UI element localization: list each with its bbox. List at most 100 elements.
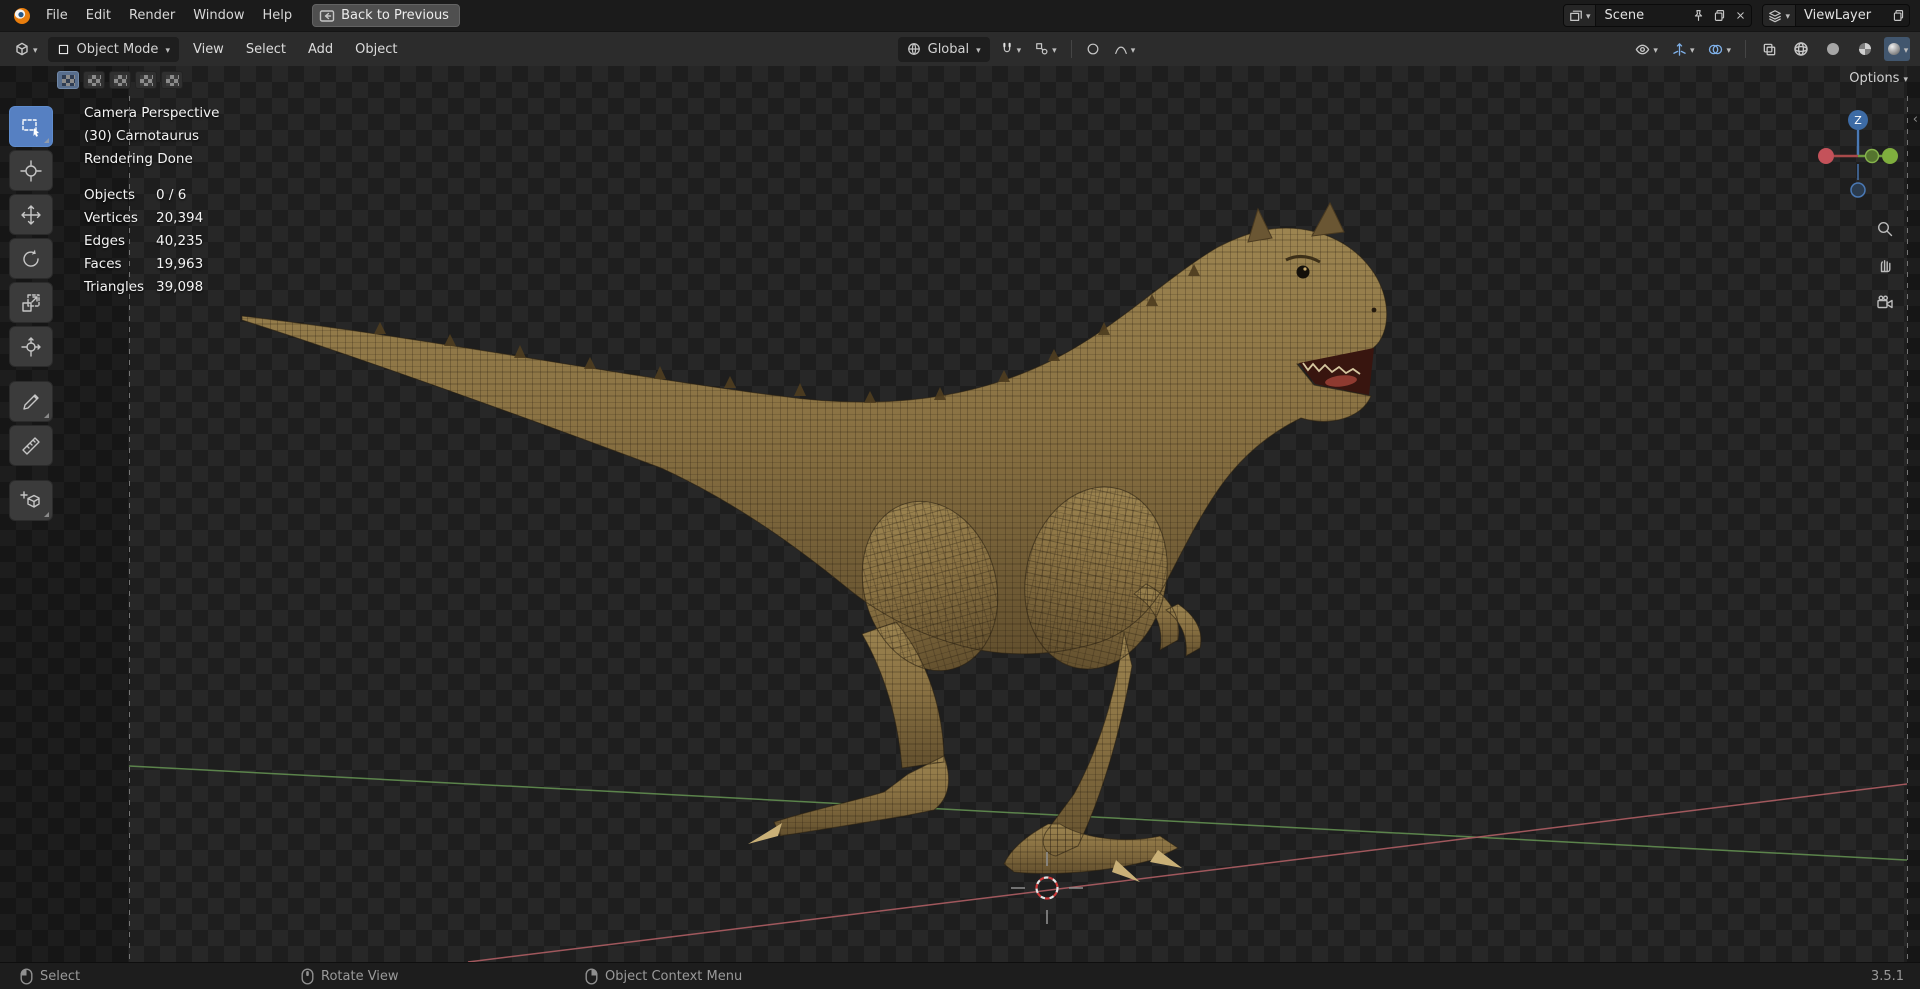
viewlayer-name-field[interactable]: ViewLayer bbox=[1796, 8, 1888, 23]
shading-wireframe-button[interactable] bbox=[1788, 37, 1814, 61]
snap-toggle[interactable] bbox=[996, 39, 1026, 60]
chevron-down-icon bbox=[165, 42, 170, 57]
select-subtract-icon bbox=[113, 74, 127, 86]
stat-label: Edges bbox=[84, 233, 126, 249]
tool-scale[interactable] bbox=[9, 282, 53, 323]
menu-view[interactable]: View bbox=[185, 39, 232, 60]
gizmo-axis-z-neg[interactable] bbox=[1850, 182, 1866, 198]
browse-scene-button[interactable] bbox=[1563, 5, 1597, 26]
right-mouse-icon bbox=[585, 968, 598, 985]
gizmo-axis-y-neg[interactable] bbox=[1864, 148, 1880, 164]
blender-logo-icon[interactable] bbox=[10, 6, 32, 26]
zoom-view-button[interactable] bbox=[1872, 216, 1898, 242]
menu-add[interactable]: Add bbox=[300, 39, 341, 60]
gizmo-arrows-icon bbox=[1672, 42, 1687, 57]
mode-dropdown[interactable]: Object Mode bbox=[47, 36, 179, 62]
tool-cursor[interactable] bbox=[9, 150, 53, 191]
overlays-toggle[interactable] bbox=[1704, 39, 1735, 60]
chevron-down-icon bbox=[1903, 71, 1908, 86]
viewport-3d[interactable]: Options Camera Perspective (30) Carnotau… bbox=[0, 66, 1920, 962]
navigation-gizmo[interactable]: Z bbox=[1812, 98, 1904, 230]
status-context-menu-label: Object Context Menu bbox=[605, 968, 743, 984]
xray-toggle[interactable] bbox=[1756, 37, 1782, 61]
camera-view-button[interactable] bbox=[1872, 290, 1898, 316]
select-mode-new-button[interactable] bbox=[57, 71, 79, 89]
chevron-down-icon bbox=[1131, 42, 1136, 57]
x-axis-line bbox=[467, 783, 1908, 962]
proportional-editing-toggle[interactable] bbox=[1082, 39, 1104, 59]
menu-help[interactable]: Help bbox=[254, 5, 302, 26]
viewport-header: Object Mode View Select Add Object Globa… bbox=[0, 31, 1920, 66]
tool-transform[interactable] bbox=[9, 326, 53, 367]
status-context-menu-hint: Object Context Menu bbox=[585, 963, 742, 989]
select-mode-intersect-button[interactable] bbox=[161, 71, 183, 89]
select-intersect-icon bbox=[165, 74, 179, 86]
visibility-eye-icon bbox=[1635, 42, 1650, 57]
chevron-down-icon bbox=[1586, 8, 1591, 23]
proportional-falloff-dropdown[interactable] bbox=[1110, 39, 1140, 60]
material-sphere-icon bbox=[1857, 41, 1873, 57]
tool-select-box[interactable] bbox=[9, 106, 53, 147]
pin-scene-button[interactable] bbox=[1688, 5, 1709, 26]
shading-material-button[interactable] bbox=[1852, 37, 1878, 61]
new-viewlayer-button[interactable] bbox=[1888, 5, 1909, 26]
nostril bbox=[1371, 307, 1377, 313]
tool-move[interactable] bbox=[9, 194, 53, 235]
options-dropdown[interactable]: Options bbox=[1849, 71, 1908, 86]
select-mode-subtract-button[interactable] bbox=[109, 71, 131, 89]
shading-rendered-button[interactable] bbox=[1884, 37, 1910, 61]
select-mode-buttons bbox=[57, 71, 183, 89]
status-rotate-hint: Rotate View bbox=[301, 963, 399, 989]
xray-icon bbox=[1762, 42, 1777, 57]
gizmo-axis-y[interactable] bbox=[1882, 148, 1898, 164]
gizmo-axis-x[interactable] bbox=[1818, 148, 1834, 164]
mode-label: Object Mode bbox=[76, 41, 159, 57]
menu-edit[interactable]: Edit bbox=[77, 5, 120, 26]
sidebar-collapse-icon[interactable] bbox=[1913, 112, 1918, 127]
chevron-down-icon bbox=[1785, 8, 1790, 23]
status-select-hint: Select bbox=[20, 963, 80, 989]
shading-solid-button[interactable] bbox=[1820, 37, 1846, 61]
subtool-indicator bbox=[44, 138, 49, 143]
select-mode-extend-button[interactable] bbox=[83, 71, 105, 89]
select-mode-invert-button[interactable] bbox=[135, 71, 157, 89]
menu-object[interactable]: Object bbox=[347, 39, 405, 60]
left-mouse-icon bbox=[20, 968, 33, 985]
menu-window[interactable]: Window bbox=[184, 5, 253, 26]
eye bbox=[1296, 265, 1310, 279]
divider bbox=[1070, 40, 1072, 58]
scene-icon bbox=[1569, 9, 1583, 23]
chevron-down-icon bbox=[976, 42, 981, 57]
back-to-previous-button[interactable]: Back to Previous bbox=[312, 4, 460, 27]
gizmos-toggle[interactable] bbox=[1668, 39, 1699, 60]
unlink-scene-button[interactable] bbox=[1730, 5, 1751, 26]
solid-sphere-icon bbox=[1825, 41, 1841, 57]
chevron-down-icon bbox=[1904, 42, 1909, 57]
show-object-types-dropdown[interactable] bbox=[1631, 39, 1662, 60]
scene-name-field[interactable]: Scene bbox=[1596, 8, 1688, 23]
tool-rotate[interactable] bbox=[9, 238, 53, 279]
transform-orientation-dropdown[interactable]: Global bbox=[897, 36, 990, 62]
viewport-header-left: Object Mode View Select Add Object bbox=[10, 36, 405, 62]
gizmo-z-label: Z bbox=[1854, 114, 1862, 127]
version-label: 3.5.1 bbox=[1870, 968, 1904, 984]
menu-select[interactable]: Select bbox=[238, 39, 294, 60]
browse-viewlayer-button[interactable] bbox=[1763, 5, 1796, 26]
menu-file[interactable]: File bbox=[37, 5, 77, 26]
new-scene-button[interactable] bbox=[1709, 5, 1730, 26]
tool-measure[interactable] bbox=[9, 425, 53, 466]
topbar-right: Scene bbox=[1562, 4, 1910, 27]
pan-view-button[interactable] bbox=[1872, 252, 1898, 278]
blender-version: 3.5.1 bbox=[1871, 963, 1904, 989]
snap-target-icon bbox=[1035, 42, 1049, 56]
magnet-icon bbox=[1000, 42, 1014, 56]
tool-add-cube[interactable] bbox=[9, 480, 53, 521]
carnotaurus-model[interactable] bbox=[241, 201, 1395, 898]
menu-render[interactable]: Render bbox=[120, 5, 184, 26]
snap-target-dropdown[interactable] bbox=[1031, 39, 1061, 60]
chevron-down-icon bbox=[1726, 42, 1731, 57]
overlays-icon bbox=[1708, 42, 1723, 57]
tool-annotate[interactable] bbox=[9, 381, 53, 422]
editor-type-selector[interactable] bbox=[10, 38, 42, 60]
viewport-canvas[interactable] bbox=[0, 66, 1920, 962]
